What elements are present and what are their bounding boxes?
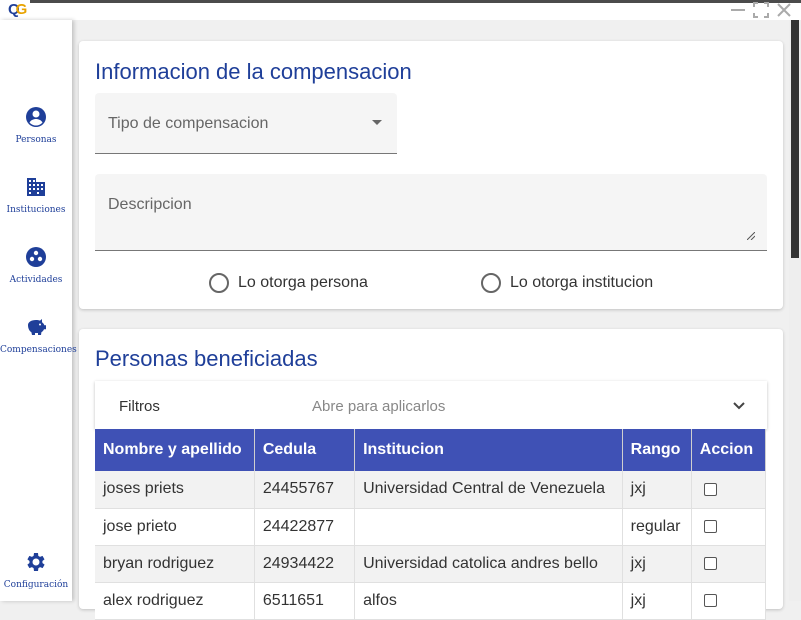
column-header[interactable]: Rango bbox=[622, 429, 692, 471]
sidebar-item-label: Compensaciones bbox=[0, 345, 77, 355]
radio-label: Lo otorga institucion bbox=[510, 274, 654, 291]
scrollbar-thumb[interactable] bbox=[791, 20, 799, 258]
cell-cedula: 24934422 bbox=[254, 545, 356, 583]
descripcion-textarea[interactable]: Descripcion bbox=[95, 174, 767, 251]
sidebar-item-label: Instituciones bbox=[6, 205, 66, 215]
sidebar-item-personas[interactable]: Personas bbox=[0, 105, 72, 145]
cell-cedula: 24422877 bbox=[254, 508, 356, 546]
beneficiaries-table: Nombre y apellido Cedula Institucion Ran… bbox=[95, 429, 767, 620]
personas-beneficiadas-card: Personas beneficiadas Filtros Abre para … bbox=[79, 329, 783, 620]
section-title: Personas beneficiadas bbox=[95, 346, 318, 371]
account-circle-icon bbox=[26, 107, 46, 127]
table-row: joses priets 24455767 Universidad Centra… bbox=[95, 471, 767, 509]
compensation-info-card: Informacion de la compensacion Tipo de c… bbox=[79, 41, 783, 309]
logo-g: G bbox=[15, 1, 28, 18]
column-header[interactable]: Accion bbox=[691, 429, 767, 471]
cell-rango: jxj bbox=[622, 545, 692, 583]
cell-accion bbox=[691, 471, 767, 509]
cell-institucion: Universidad Central de Venezuela bbox=[354, 471, 623, 509]
cell-institucion bbox=[354, 508, 623, 546]
table-row: jose prieto 24422877 regular bbox=[95, 508, 767, 546]
sidebar-item-label: Configuración bbox=[3, 580, 69, 590]
tipo-compensacion-select[interactable]: Tipo de compensacion bbox=[95, 93, 397, 154]
filters-expansion-panel[interactable]: Filtros Abre para aplicarlos bbox=[95, 381, 767, 429]
textarea-placeholder: Descripcion bbox=[108, 196, 192, 213]
group-work-icon bbox=[26, 247, 46, 267]
sidebar-item-actividades[interactable]: Actividades bbox=[0, 245, 72, 285]
column-header[interactable]: Nombre y apellido bbox=[95, 429, 255, 471]
select-checkbox[interactable] bbox=[703, 519, 717, 533]
cell-cedula: 24455767 bbox=[254, 471, 356, 509]
vertical-scrollbar[interactable] bbox=[789, 20, 801, 601]
select-checkbox[interactable] bbox=[703, 593, 717, 607]
section-title: Informacion de la compensacion bbox=[95, 59, 412, 84]
dropdown-arrow-icon bbox=[372, 120, 382, 125]
minimize-icon[interactable] bbox=[730, 2, 746, 22]
sidebar-item-configuracion[interactable]: Configuración bbox=[0, 550, 72, 590]
chevron-down-icon bbox=[733, 402, 745, 410]
business-icon bbox=[27, 178, 45, 196]
app-logo: QG bbox=[8, 0, 27, 20]
cell-nombre: bryan rodriguez bbox=[95, 545, 255, 583]
select-placeholder: Tipo de compensacion bbox=[108, 115, 269, 132]
resize-handle-icon[interactable] bbox=[747, 232, 755, 240]
cell-institucion: Universidad catolica andres bello bbox=[354, 545, 623, 583]
radio-label: Lo otorga persona bbox=[238, 274, 368, 291]
filter-label: Filtros bbox=[119, 398, 160, 415]
select-checkbox[interactable] bbox=[703, 556, 717, 570]
sidebar: Personas Instituciones Actividades Compe… bbox=[0, 20, 77, 601]
cell-nombre: joses priets bbox=[95, 471, 255, 509]
cell-nombre: jose prieto bbox=[95, 508, 255, 546]
cell-rango: jxj bbox=[622, 471, 692, 509]
cell-rango: regular bbox=[622, 508, 692, 546]
radio-otorga-institucion[interactable]: Lo otorga institucion bbox=[481, 273, 653, 293]
table-header-row: Nombre y apellido Cedula Institucion Ran… bbox=[95, 429, 767, 471]
select-checkbox[interactable] bbox=[703, 482, 717, 496]
cell-accion bbox=[691, 508, 767, 546]
column-header[interactable]: Cedula bbox=[254, 429, 356, 471]
savings-icon bbox=[28, 319, 46, 335]
sidebar-item-label: Personas bbox=[15, 135, 57, 145]
sidebar-item-instituciones[interactable]: Instituciones bbox=[0, 175, 72, 215]
radio-circle bbox=[209, 273, 229, 293]
table-row: bryan rodriguez 24934422 Universidad cat… bbox=[95, 545, 767, 583]
sidebar-item-compensaciones[interactable]: Compensaciones bbox=[0, 315, 77, 355]
radio-circle bbox=[481, 273, 501, 293]
sidebar-item-label: Actividades bbox=[9, 275, 63, 285]
close-icon[interactable] bbox=[776, 2, 792, 22]
window-titlebar: QG bbox=[0, 0, 801, 20]
gear-icon bbox=[27, 553, 45, 571]
radio-otorga-persona[interactable]: Lo otorga persona bbox=[209, 273, 368, 293]
maximize-icon[interactable] bbox=[753, 2, 769, 22]
column-header[interactable]: Institucion bbox=[354, 429, 623, 471]
titlebar-strip bbox=[30, 0, 801, 3]
cell-accion bbox=[691, 545, 767, 583]
filter-hint: Abre para aplicarlos bbox=[312, 398, 446, 415]
